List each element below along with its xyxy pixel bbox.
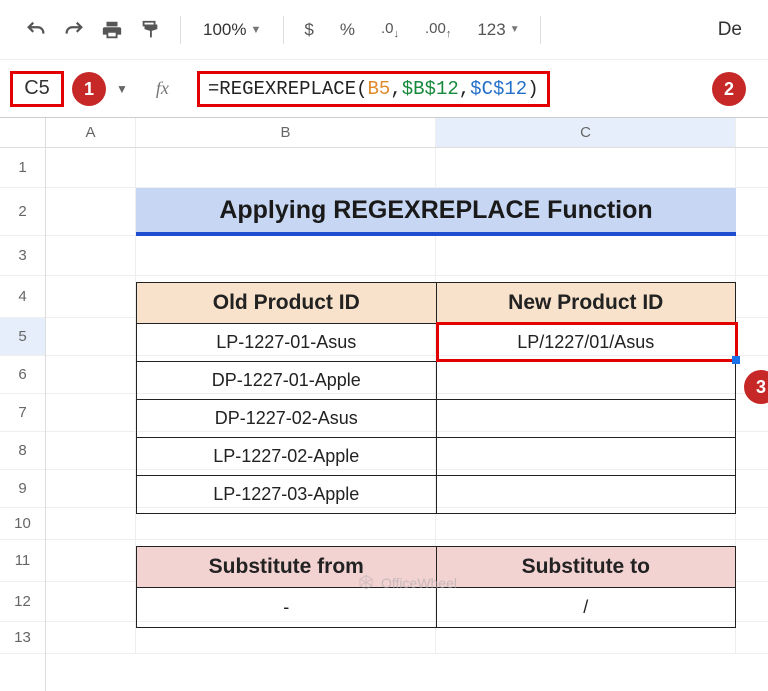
zoom-value: 100% — [203, 20, 246, 40]
table-row: - / — [136, 588, 736, 628]
cell-old-id[interactable]: DP-1227-01-Apple — [136, 362, 437, 400]
chevron-down-icon: ▼ — [510, 24, 520, 35]
cell-new-id[interactable] — [437, 362, 737, 400]
col-new-product-id: New Product ID — [437, 282, 737, 324]
formula-input[interactable]: =REGEXREPLACE( B5 , $B$12 , $C$12 ) — [197, 71, 550, 107]
watermark-text: OfficeWheel — [381, 575, 457, 591]
fx-label: fx — [156, 78, 169, 99]
undo-icon[interactable] — [20, 14, 52, 46]
col-header[interactable]: B — [136, 118, 436, 147]
toolbar-separator — [180, 16, 181, 44]
cell-old-id[interactable]: LP-1227-02-Apple — [136, 438, 437, 476]
col-header[interactable]: C — [436, 118, 736, 147]
hexagon-icon — [357, 574, 375, 592]
row-gutter: 1 2 3 4 5 6 7 8 9 10 11 12 13 — [0, 118, 46, 691]
callout-1: 1 — [72, 72, 106, 106]
formula-arg1: B5 — [368, 78, 391, 100]
toolbar-separator — [540, 16, 541, 44]
select-all-corner[interactable] — [0, 118, 45, 148]
grid-wrap: A B C Applying REGEXREPLACE Function O — [46, 118, 768, 691]
table-row: LP-1227-02-Apple — [136, 438, 736, 476]
table-row: DP-1227-02-Asus — [136, 400, 736, 438]
callout-2: 2 — [712, 72, 746, 106]
more-formats-dropdown[interactable]: 123 ▼ — [471, 20, 525, 40]
font-truncated[interactable]: De — [718, 19, 748, 41]
number-format-group: $ % .0↓ .00↑ 123 ▼ — [298, 20, 525, 40]
print-icon[interactable] — [96, 14, 128, 46]
decrease-decimal-button[interactable]: .0↓ — [375, 20, 405, 40]
row-header[interactable]: 7 — [0, 394, 45, 432]
cell-old-id[interactable]: DP-1227-02-Asus — [136, 400, 437, 438]
cell-new-id[interactable] — [437, 476, 737, 514]
formula-arg2: $B$12 — [402, 78, 459, 100]
increase-decimal-button[interactable]: .00↑ — [419, 20, 457, 40]
row-header[interactable]: 5 — [0, 318, 45, 356]
chevron-down-icon: ▼ — [250, 24, 261, 36]
active-cell-ref: C5 — [24, 77, 50, 100]
row-header[interactable]: 12 — [0, 582, 45, 622]
paint-format-icon[interactable] — [134, 14, 166, 46]
formula-bar: C5 1 ▼ fx =REGEXREPLACE( B5 , $B$12 , $C… — [0, 60, 768, 118]
name-box-dropdown-icon[interactable]: ▼ — [116, 82, 128, 96]
formula-seg: , — [390, 78, 401, 100]
cell-sub-from[interactable]: - — [136, 588, 437, 628]
row-header[interactable]: 1 — [0, 148, 45, 188]
col-header[interactable]: A — [46, 118, 136, 147]
toolbar: 100% ▼ $ % .0↓ .00↑ 123 ▼ De — [0, 0, 768, 60]
cell-sub-to[interactable]: / — [437, 588, 737, 628]
formula-seg: , — [459, 78, 470, 100]
sheet-area: 1 2 3 4 5 6 7 8 9 10 11 12 13 A B C — [0, 118, 768, 691]
col-old-product-id: Old Product ID — [136, 282, 437, 324]
row-header[interactable]: 3 — [0, 236, 45, 276]
row-header[interactable]: 4 — [0, 276, 45, 318]
currency-format-button[interactable]: $ — [298, 20, 319, 40]
formula-seg: ) — [527, 78, 538, 100]
row-header[interactable]: 11 — [0, 540, 45, 582]
toolbar-separator — [283, 16, 284, 44]
row-header[interactable]: 13 — [0, 622, 45, 654]
cell-new-id[interactable]: LP/1227/01/Asus — [437, 324, 737, 362]
sheet-title: Applying REGEXREPLACE Function — [136, 188, 736, 236]
percent-format-button[interactable]: % — [334, 20, 361, 40]
table-row: LP-1227-03-Apple — [136, 476, 736, 514]
cell-old-id[interactable]: LP-1227-01-Asus — [136, 324, 437, 362]
more-formats-label: 123 — [477, 20, 505, 40]
cell-new-id[interactable] — [437, 400, 737, 438]
col-substitute-to: Substitute to — [437, 546, 737, 588]
zoom-dropdown[interactable]: 100% ▼ — [195, 20, 269, 40]
products-table: Old Product ID New Product ID LP-1227-01… — [136, 282, 736, 514]
redo-icon[interactable] — [58, 14, 90, 46]
cell-old-id[interactable]: LP-1227-03-Apple — [136, 476, 437, 514]
row-header[interactable]: 8 — [0, 432, 45, 470]
row-header[interactable]: 6 — [0, 356, 45, 394]
watermark: OfficeWheel — [357, 574, 457, 592]
formula-arg3: $C$12 — [470, 78, 527, 100]
column-headers: A B C — [46, 118, 768, 148]
row-header[interactable]: 2 — [0, 188, 45, 236]
formula-seg: =REGEXREPLACE( — [208, 78, 368, 100]
table-row: DP-1227-01-Apple — [136, 362, 736, 400]
name-box[interactable]: C5 — [10, 71, 64, 107]
cell-new-id[interactable] — [437, 438, 737, 476]
table-row: LP-1227-01-Asus LP/1227/01/Asus — [136, 324, 736, 362]
cell-grid[interactable]: Applying REGEXREPLACE Function Old Produ… — [46, 148, 768, 654]
row-header[interactable]: 10 — [0, 508, 45, 540]
row-header[interactable]: 9 — [0, 470, 45, 508]
